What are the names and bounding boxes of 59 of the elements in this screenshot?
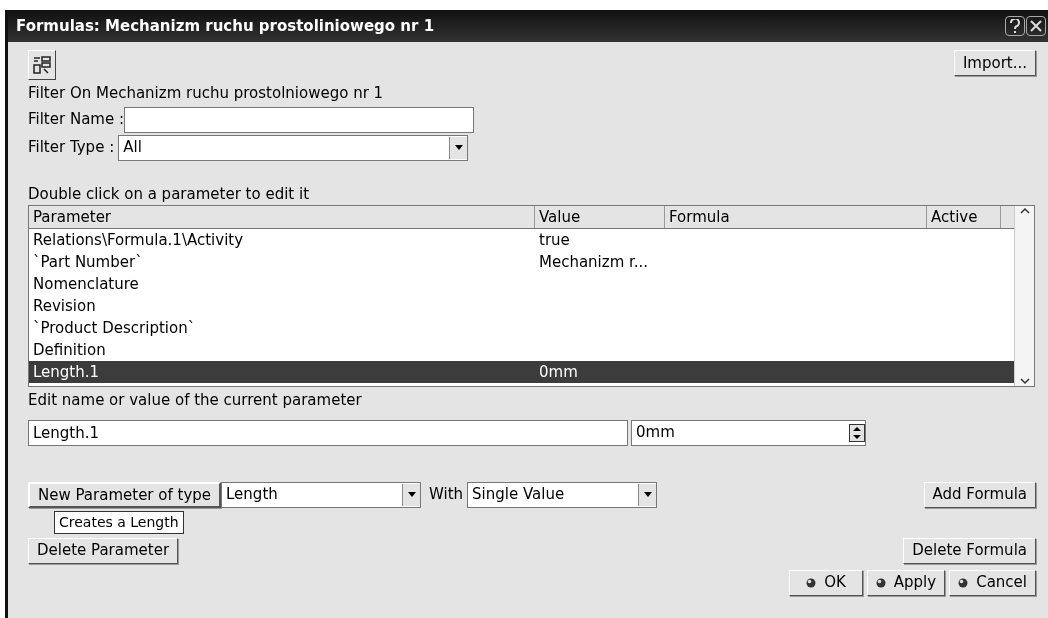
hierarchy-icon [32,55,52,75]
dialog-button[interactable]: Cancel [949,569,1036,596]
column-header[interactable]: Parameter [29,206,535,228]
filter-name-field[interactable] [124,106,474,133]
scrollbar[interactable] [1014,206,1034,386]
scroll-down-icon[interactable] [1019,377,1030,385]
help-button[interactable] [1005,16,1025,36]
table-row[interactable]: Length.1 0mm [29,361,1014,383]
close-button[interactable] [1026,16,1046,36]
sphere-icon [806,577,817,588]
table-hint: Double click on a parameter to edit it [28,183,310,205]
add-formula-button[interactable]: Add Formula [923,481,1036,508]
window-title: Formulas: Mechanizm ruchu prostoliniowego nr 1 [16,15,436,37]
parameter-type-dropdown[interactable]: Length [221,481,422,508]
parameter-cell-text: Revision [32,295,97,317]
filter-name-label: Filter Name : [28,109,124,131]
value-cell-text: Mechanizm r... [538,251,650,273]
value-type-dropdown[interactable]: Single Value [467,481,658,508]
new-parameter-button[interactable]: New Parameter of type [28,481,222,508]
filter-type-dropdown[interactable]: All [118,134,469,161]
filter-heading: Filter On Mechanizm ruchu prostolniowego nr 1 [28,83,385,104]
table-row[interactable]: Definition [29,339,1014,361]
value-cell-text: 0mm [538,361,579,383]
parameter-cell-text: Definition [32,339,107,361]
column-header[interactable]: Formula [665,206,927,228]
sphere-icon [875,577,886,588]
close-icon [1030,20,1042,32]
spinner-icon[interactable] [849,423,865,442]
help-icon [1010,19,1020,33]
caret-icon [643,492,652,497]
table-row[interactable]: Relations\Formula.1\Activity true [29,229,1014,251]
parameter-cell-text: `Part Number` [32,251,144,273]
value-cell-text: true [538,229,571,251]
parameter-value-field[interactable]: 0mm [631,419,866,446]
parameter-cell-text: Relations\Formula.1\Activity [32,229,245,251]
dialog-button[interactable]: OK [789,569,863,596]
dialog-button[interactable]: Apply [866,569,946,596]
parameter-cell-text: `Product Description` [32,317,197,339]
column-header[interactable]: Active [927,206,1001,228]
delete-parameter-button[interactable]: Delete Parameter [28,537,179,564]
caret-icon [454,145,463,150]
parameter-cell-text: Nomenclature [32,273,140,295]
import-button[interactable]: Import... [953,50,1036,76]
parameter-cell-text: Length.1 [32,361,101,383]
with-label: With [429,484,464,506]
filter-type-label: Filter Type : [28,137,115,159]
table-row[interactable]: `Part Number` Mechanizm r... [29,251,1014,273]
sphere-icon [958,577,969,588]
edit-label: Edit name or value of the current parameter [28,390,363,411]
scroll-up-icon[interactable] [1019,207,1030,215]
toolbar-button[interactable] [28,50,56,80]
tooltip: Creates a Length [54,510,184,534]
table-row[interactable]: Revision [29,295,1014,317]
delete-formula-button[interactable]: Delete Formula [903,537,1036,564]
table-row[interactable]: `Product Description` [29,317,1014,339]
caret-icon [407,492,416,497]
parameter-name-field[interactable]: Length.1 [28,419,628,446]
column-header[interactable]: Value [535,206,665,228]
table-row[interactable]: Nomenclature [29,273,1014,295]
